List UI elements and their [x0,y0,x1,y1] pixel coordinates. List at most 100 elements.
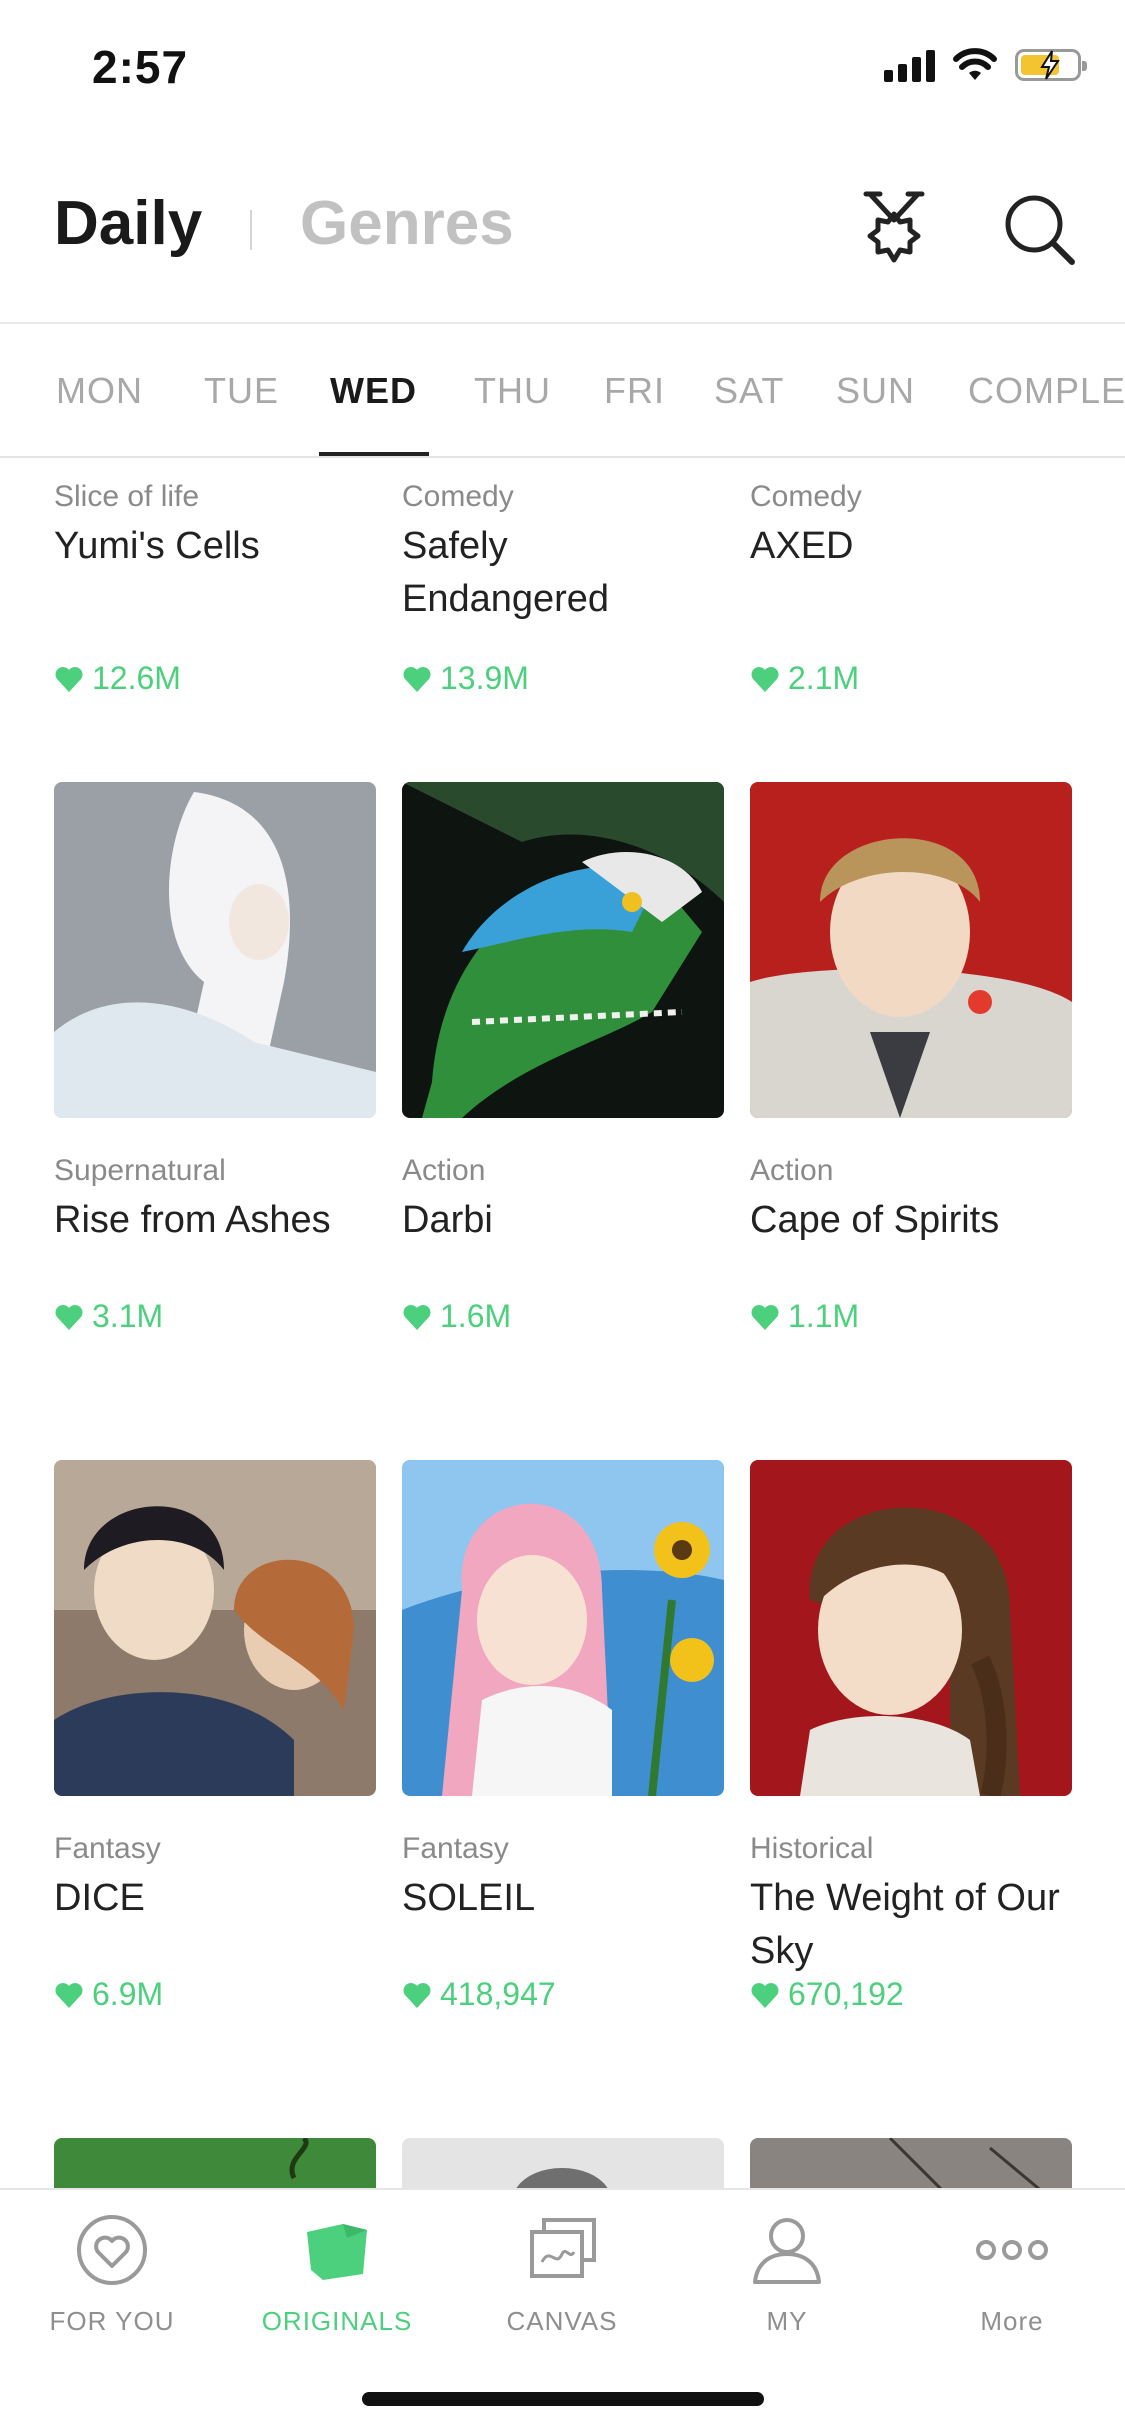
comic-thumbnail [54,2138,376,2188]
comic-card[interactable] [750,2138,1072,2188]
comic-genre: Comedy [750,480,862,513]
heart-icon [55,1982,83,2008]
comic-cover-image [402,2138,724,2188]
status-icons [884,48,1087,82]
tab-daily[interactable]: Daily [54,188,202,259]
comic-title: The Weight of Our Sky [750,1877,1060,1972]
comic-title: AXED [750,525,854,567]
top-header: Daily Genres [0,140,1125,324]
likes-count: 1.1M [788,1298,860,1334]
likes-count: 1.6M [440,1298,512,1334]
comic-genre: Supernatural [54,1154,226,1187]
comic-cover-image [750,2138,1072,2188]
weekday-tabs: MON TUE WED THU FRI SAT SUN COMPLETED [0,326,1125,458]
comic-title: SOLEIL [402,1877,536,1919]
nav-label: FOR YOU [49,2306,175,2336]
nav-label: CANVAS [506,2306,618,2336]
comic-card[interactable]: Comedy Safely Endangered 13.9M [402,480,724,696]
comic-title: Rise from Ashes [54,1199,331,1241]
comic-card[interactable]: Supernatural Rise from Ashes 3.1M [54,782,376,1334]
comic-card[interactable]: Slice of life Yumi's Cells 12.6M [54,480,376,696]
canvas-icon [530,2218,596,2278]
likes-count: 12.6M [92,660,181,696]
comic-cover-image [54,782,376,1118]
nav-more[interactable]: More [912,2210,1112,2337]
likes-count: 3.1M [92,1298,164,1334]
tab-thu[interactable]: THU [474,370,551,412]
comic-card[interactable]: Action Darbi 1.6M [402,782,724,1334]
tab-tue[interactable]: TUE [204,370,279,412]
comic-title: Yumi's Cells [54,525,260,567]
header-divider [250,210,252,250]
ribbon-badge-icon[interactable] [856,190,932,270]
comic-likes: 13.9M [402,660,529,697]
comic-thumbnail [750,782,1072,1118]
comic-title: DICE [54,1877,145,1919]
originals-icon [307,2224,367,2280]
comic-thumbnail [402,1460,724,1796]
nav-my[interactable]: MY [687,2210,887,2337]
comic-title: Safely Endangered [402,525,610,620]
active-tab-indicator [319,452,429,456]
heart-icon [55,666,83,692]
comic-likes: 1.1M [750,1298,859,1335]
heart-icon [55,1304,83,1330]
comic-card[interactable]: Comedy AXED 2.1M [750,480,1072,696]
nav-for-you[interactable]: FOR YOU [12,2210,212,2337]
comic-card[interactable] [54,2138,376,2188]
comic-thumbnail [750,1460,1072,1796]
heart-icon [751,666,779,692]
comic-thumbnail [402,2138,724,2188]
comic-cover-image [402,782,724,1118]
comic-card[interactable]: Fantasy DICE 6.9M [54,1460,376,2012]
tab-sat[interactable]: SAT [714,370,784,412]
nav-originals[interactable]: ORIGINALS [237,2210,437,2337]
status-time: 2:57 [92,41,189,93]
comic-likes: 1.6M [402,1298,511,1335]
tab-sun[interactable]: SUN [836,370,915,412]
comic-card[interactable]: Fantasy SOLEIL 418,947 [402,1460,724,2012]
heart-icon [751,1982,779,2008]
comic-cover-image [750,782,1072,1118]
tab-wed[interactable]: WED [330,370,417,412]
likes-count: 13.9M [440,660,529,696]
tab-mon[interactable]: MON [56,370,143,412]
tab-fri[interactable]: FRI [604,370,665,412]
comic-cover-image [402,1460,724,1796]
home-indicator[interactable] [362,2392,764,2406]
heart-icon [403,666,431,692]
likes-count: 670,192 [788,1976,904,2012]
comic-thumbnail [54,1460,376,1796]
comic-likes: 6.9M [54,1976,163,2013]
comic-thumbnail [402,782,724,1118]
more-icon [976,2240,1048,2260]
likes-count: 6.9M [92,1976,164,2012]
nav-canvas[interactable]: CANVAS [462,2210,662,2337]
comic-genre: Action [750,1154,834,1187]
comic-title: Darbi [402,1199,493,1241]
comic-grid: Slice of life Yumi's Cells 12.6M Comedy … [0,460,1125,2188]
comic-card[interactable] [402,2138,724,2188]
heart-circle-icon [77,2215,147,2285]
likes-count: 418,947 [440,1976,556,2012]
comic-likes: 670,192 [750,1976,904,2013]
comic-cover-image [54,1460,376,1796]
wifi-icon [953,48,997,80]
comic-genre: Fantasy [54,1832,161,1865]
tab-genres[interactable]: Genres [300,188,514,259]
cellular-signal-icon [884,48,935,82]
comic-likes: 3.1M [54,1298,163,1335]
comic-likes: 2.1M [750,660,859,697]
comic-card[interactable]: Action Cape of Spirits 1.1M [750,782,1072,1334]
heart-icon [403,1982,431,2008]
comic-likes: 12.6M [54,660,181,697]
tab-completed[interactable]: COMPLETED [968,370,1125,412]
comic-likes: 418,947 [402,1976,556,2013]
comic-card[interactable]: Historical The Weight of Our Sky 670,192 [750,1460,1072,2012]
nav-label: ORIGINALS [261,2306,413,2336]
comic-cover-image [54,2138,376,2188]
comic-title: Cape of Spirits [750,1199,1000,1241]
search-icon[interactable] [1000,190,1080,270]
likes-count: 2.1M [788,660,860,696]
comic-genre: Fantasy [402,1832,509,1865]
